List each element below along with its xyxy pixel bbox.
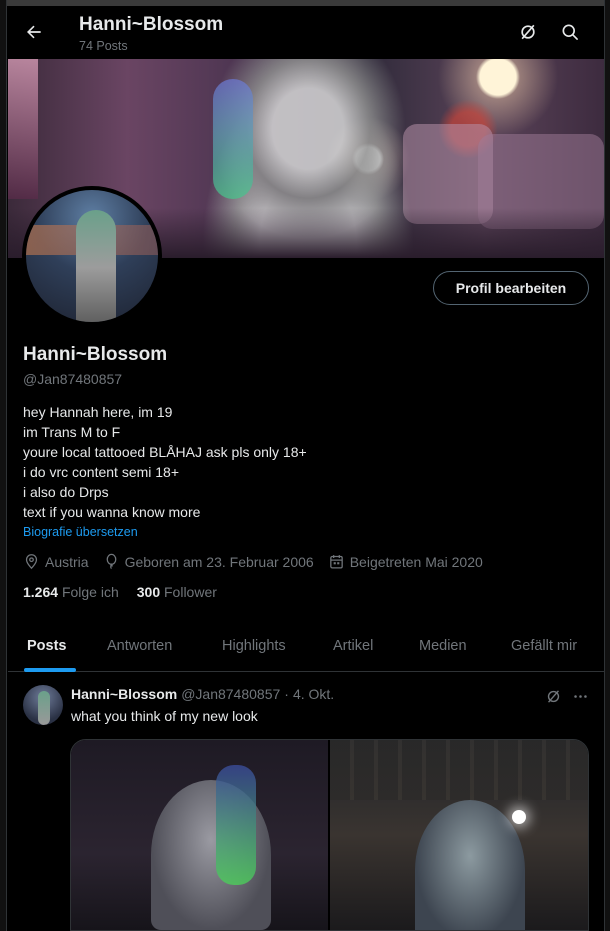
profile-tabs: Posts Antworten Highlights Artikel Medie… <box>8 619 604 672</box>
grok-button[interactable] <box>514 18 542 46</box>
post-text: what you think of my new look <box>71 708 258 724</box>
profile-handle: @Jan87480857 <box>23 371 123 387</box>
tab-posts[interactable]: Posts <box>27 619 67 672</box>
post-image-1[interactable] <box>71 740 330 930</box>
page-title: Hanni~Blossom <box>79 14 224 35</box>
tab-likes[interactable]: Gefällt mir <box>511 619 577 672</box>
active-tab-indicator <box>24 668 76 672</box>
profile-meta: Austria Geboren am 23. Februar 2006 Beig… <box>23 553 497 570</box>
profile-bio: hey Hannah here, im 19 im Trans M to F y… <box>23 402 307 522</box>
joined-date: Beigetreten Mai 2020 <box>328 553 483 570</box>
edit-profile-button[interactable]: Profil bearbeiten <box>433 271 589 305</box>
bio-line: i do vrc content semi 18+ <box>23 464 180 480</box>
grok-icon <box>547 689 559 703</box>
bio-line: im Trans M to F <box>23 424 121 440</box>
followers-link[interactable]: 300 Follower <box>137 584 217 600</box>
bio-line: youre local tattooed BLÅHAJ ask pls only… <box>23 444 307 460</box>
following-count: 1.264 <box>23 584 59 600</box>
window-right-border <box>604 0 610 931</box>
bio-line: i also do Drps <box>23 484 109 500</box>
tab-replies[interactable]: Antworten <box>107 619 172 672</box>
tab-highlights[interactable]: Highlights <box>222 619 286 672</box>
tab-media[interactable]: Medien <box>419 619 467 672</box>
search-button[interactable] <box>556 18 584 46</box>
post-author-handle[interactable]: @Jan87480857 <box>181 686 280 702</box>
arrow-left-icon <box>27 25 41 39</box>
location-text: Austria <box>45 553 89 570</box>
back-button[interactable] <box>20 18 48 46</box>
post-header: Hanni~Blossom @Jan87480857 · 4. Okt. <box>71 686 334 702</box>
followers-label: Follower <box>164 584 217 600</box>
calendar-icon <box>329 555 343 569</box>
balloon-icon <box>106 553 116 569</box>
post-avatar[interactable] <box>23 685 63 725</box>
location: Austria <box>23 553 89 570</box>
profile-avatar[interactable] <box>22 186 162 326</box>
post-image-2[interactable] <box>330 740 588 930</box>
more-icon <box>573 694 587 698</box>
post-grok-button[interactable] <box>543 686 563 706</box>
translate-bio-link[interactable]: Biografie übersetzen <box>23 525 138 539</box>
post-more-button[interactable] <box>570 686 590 706</box>
bio-line: hey Hannah here, im 19 <box>23 404 173 420</box>
following-label: Folge ich <box>61 584 119 600</box>
following-link[interactable]: 1.264 Folge ich <box>23 584 119 600</box>
post-media <box>70 739 589 931</box>
profile-name: Hanni~Blossom <box>23 344 168 365</box>
post-separator: · <box>284 686 289 702</box>
post-count: 74 Posts <box>79 39 128 53</box>
birthday: Geboren am 23. Februar 2006 <box>103 553 314 570</box>
search-icon <box>562 24 578 40</box>
profile-header: Hanni~Blossom 74 Posts <box>8 6 604 59</box>
location-pin-icon <box>25 554 38 570</box>
window-left-border <box>0 0 7 931</box>
joined-text: Beigetreten Mai 2020 <box>349 553 483 570</box>
profile-stats: 1.264 Folge ich 300 Follower <box>23 584 235 600</box>
tab-articles[interactable]: Artikel <box>333 619 373 672</box>
grok-icon <box>521 24 535 40</box>
post-author-name[interactable]: Hanni~Blossom <box>71 686 177 702</box>
post-date[interactable]: 4. Okt. <box>293 686 334 702</box>
followers-count: 300 <box>136 584 161 600</box>
bio-line: text if you wanna know more <box>23 504 201 520</box>
birthday-text: Geboren am 23. Februar 2006 <box>124 553 314 570</box>
